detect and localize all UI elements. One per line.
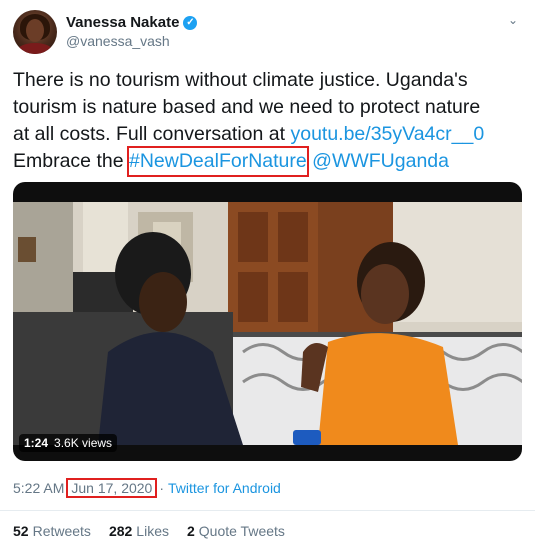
video-duration: 1:24 xyxy=(24,436,49,450)
tweet-link[interactable]: youtu.be/35yVa4cr__0 xyxy=(290,123,484,145)
retweets-stat[interactable]: 52 Retweets xyxy=(13,523,91,539)
verified-badge-icon: ✓ xyxy=(183,15,198,30)
meta-separator: · xyxy=(159,480,165,496)
tweet-date[interactable]: Jun 17, 2020 xyxy=(66,478,158,498)
tweet-source-link[interactable]: Twitter for Android xyxy=(168,480,281,496)
author-name[interactable]: Vanessa Nakate xyxy=(66,14,179,31)
tweet-text: There is no tourism without climate just… xyxy=(13,67,523,177)
avatar[interactable] xyxy=(13,10,57,54)
author-handle[interactable]: @vanessa_vash xyxy=(66,33,170,49)
tweet-line-1: There is no tourism without climate just… xyxy=(13,69,468,91)
tweet-meta: 5:22 AM Jun 17, 2020 · Twitter for Andro… xyxy=(13,478,281,498)
likes-stat[interactable]: 282 Likes xyxy=(109,523,169,539)
video-duration-badge: 1:24 3.6K views xyxy=(19,434,118,452)
tweet-time[interactable]: 5:22 AM xyxy=(13,480,64,496)
video-views: 3.6K views xyxy=(54,436,113,450)
author-name-row[interactable]: Vanessa Nakate ✓ xyxy=(66,14,198,31)
divider xyxy=(0,510,535,511)
mention-link[interactable]: @WWFUganda xyxy=(312,150,449,172)
tweet-line-4: Embrace the #NewDealForNature @WWFUganda xyxy=(13,146,523,177)
tweet-stats: 52 Retweets 282 Likes 2 Quote Tweets xyxy=(13,523,285,539)
tweet-line-2: tourism is nature based and we need to p… xyxy=(13,96,481,118)
video-thumbnail[interactable] xyxy=(13,202,522,445)
quote-tweets-stat[interactable]: 2 Quote Tweets xyxy=(187,523,285,539)
chevron-down-icon[interactable]: ⌄ xyxy=(503,10,523,30)
hashtag-link[interactable]: #NewDealForNature xyxy=(126,146,309,177)
tweet-line-3: at all costs. Full conversation at youtu… xyxy=(13,123,485,145)
video-player[interactable]: 1:24 3.6K views xyxy=(13,182,522,461)
